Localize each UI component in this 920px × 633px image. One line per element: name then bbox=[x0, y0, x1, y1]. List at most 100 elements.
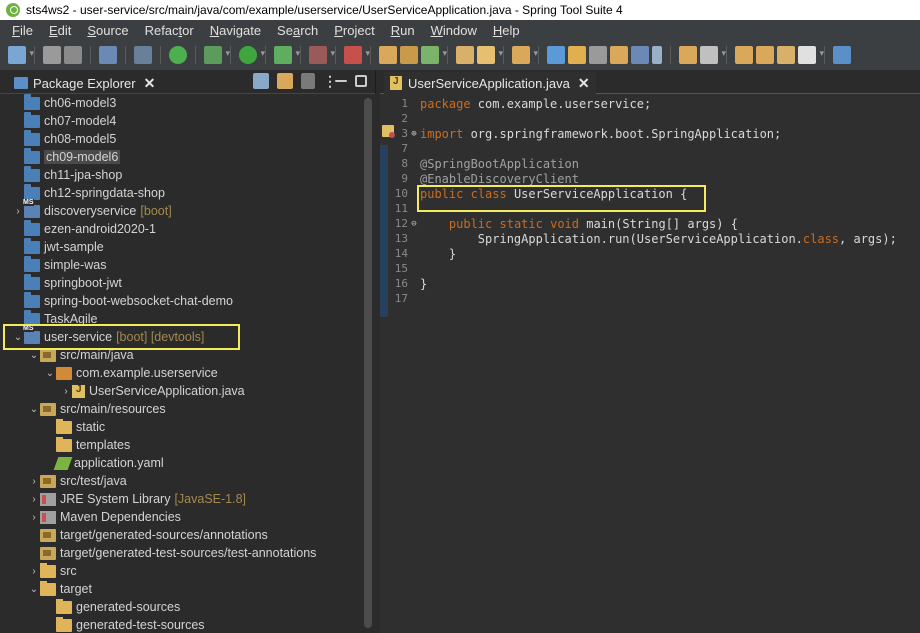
new-java-project-icon[interactable] bbox=[379, 46, 397, 64]
open-type-icon[interactable] bbox=[456, 46, 474, 64]
fold-expand-icon[interactable]: ⊕ bbox=[408, 129, 420, 139]
menu-search[interactable]: Search bbox=[269, 23, 326, 38]
toggle-mark-occurrences-icon[interactable] bbox=[568, 46, 586, 64]
code-line[interactable]: 12 ⊖ public static void main(String[] arg… bbox=[380, 216, 920, 231]
pilcrow-icon[interactable] bbox=[652, 46, 662, 64]
tree-item[interactable]: static bbox=[0, 418, 360, 436]
new-package-icon[interactable] bbox=[400, 46, 418, 64]
tree-item[interactable]: spring-boot-websocket-chat-demo bbox=[0, 291, 360, 310]
code-line[interactable]: 9 @EnableDiscoveryClient bbox=[380, 171, 920, 186]
collapsed-arrow-icon[interactable]: › bbox=[28, 566, 40, 577]
toggle-block-selection-icon[interactable] bbox=[610, 46, 628, 64]
tree-item[interactable]: ezen-android2020-1 bbox=[0, 219, 360, 238]
tree-item[interactable]: jwt-sample bbox=[0, 237, 360, 256]
code-line[interactable]: 2 bbox=[380, 111, 920, 126]
last-edit-location-icon[interactable] bbox=[735, 46, 753, 64]
collapsed-arrow-icon[interactable]: › bbox=[28, 476, 40, 487]
menu-project[interactable]: Project bbox=[326, 23, 382, 38]
search-icon[interactable] bbox=[477, 46, 503, 64]
expanded-arrow-icon[interactable]: ⌄ bbox=[28, 584, 40, 595]
code-line[interactable]: 3 ⊕ import org.springframework.boot.Spring… bbox=[380, 126, 920, 141]
expanded-arrow-icon[interactable]: ⌄ bbox=[28, 404, 40, 415]
expanded-arrow-icon[interactable]: ⌄ bbox=[44, 368, 56, 379]
terminal-icon[interactable] bbox=[99, 46, 117, 64]
scrollbar-thumb[interactable] bbox=[364, 98, 372, 628]
tab-user-service-application[interactable]: UserServiceApplication.java ✕ bbox=[384, 72, 596, 94]
tree-item[interactable]: generated-test-sources bbox=[0, 616, 360, 633]
tree-item[interactable]: target/generated-test-sources/test-annot… bbox=[0, 544, 360, 562]
show-whitespace-icon[interactable] bbox=[631, 46, 649, 64]
open-task-icon[interactable] bbox=[512, 46, 538, 64]
code-line[interactable]: 8 @SpringBootApplication bbox=[380, 156, 920, 171]
collapse-all-icon[interactable] bbox=[253, 73, 269, 89]
collapsed-arrow-icon[interactable]: › bbox=[12, 206, 24, 217]
tree-item[interactable]: templates bbox=[0, 436, 360, 454]
toggle-word-wrap-icon[interactable] bbox=[589, 46, 607, 64]
skip-breakpoints-icon[interactable] bbox=[134, 46, 152, 64]
save-icon[interactable] bbox=[43, 46, 61, 64]
menu-edit[interactable]: Edit bbox=[41, 23, 79, 38]
back-icon[interactable] bbox=[777, 46, 803, 64]
menu-window[interactable]: Window bbox=[423, 23, 485, 38]
collapsed-arrow-icon[interactable]: › bbox=[28, 494, 40, 505]
forward-edit-icon[interactable] bbox=[756, 46, 774, 64]
tree-item[interactable]: ch06-model3 bbox=[0, 94, 360, 112]
tree-item[interactable]: ⌄ com.example.userservice bbox=[0, 364, 360, 382]
code-editor[interactable]: 1 package com.example.userservice; 2 3 ⊕ impo… bbox=[380, 94, 920, 633]
tree-item[interactable]: ⌄ src/main/resources bbox=[0, 400, 360, 418]
previous-annotation-icon[interactable] bbox=[700, 46, 726, 64]
code-line[interactable]: 14 } bbox=[380, 246, 920, 261]
toggle-ant-editor-icon[interactable] bbox=[547, 46, 565, 64]
new-spring-starter-icon[interactable] bbox=[204, 46, 230, 64]
tree-item[interactable]: › Maven Dependencies bbox=[0, 508, 360, 526]
tree-item[interactable]: springboot-jwt bbox=[0, 273, 360, 292]
code-line[interactable]: 16} bbox=[380, 276, 920, 291]
tree-item[interactable]: ch11-jpa-shop bbox=[0, 165, 360, 184]
open-perspective-icon[interactable] bbox=[833, 46, 851, 64]
collapsed-arrow-icon[interactable]: › bbox=[60, 386, 72, 397]
code-line[interactable]: 1 package com.example.userservice; bbox=[380, 96, 920, 111]
menu-source[interactable]: Source bbox=[79, 23, 136, 38]
menu-refactor[interactable]: Refactor bbox=[137, 23, 202, 38]
menu-help[interactable]: Help bbox=[485, 23, 528, 38]
stop-icon[interactable] bbox=[309, 46, 335, 64]
code-line[interactable]: 13 SpringApplication.run(UserServiceAppl… bbox=[380, 231, 920, 246]
fold-collapse-icon[interactable]: ⊖ bbox=[408, 219, 420, 229]
close-icon[interactable]: ✕ bbox=[578, 75, 590, 92]
tree-item[interactable]: generated-sources bbox=[0, 598, 360, 616]
new-class-icon[interactable] bbox=[421, 46, 447, 64]
focus-on-active-task-icon[interactable] bbox=[301, 73, 315, 89]
tree-item[interactable]: › JRE System Library [JavaSE-1.8] bbox=[0, 490, 360, 508]
menu-file[interactable]: File bbox=[4, 23, 41, 38]
tree-item[interactable]: ch08-model5 bbox=[0, 129, 360, 148]
collapsed-arrow-icon[interactable]: › bbox=[28, 512, 40, 523]
code-line[interactable]: 15 bbox=[380, 261, 920, 276]
code-line[interactable]: 7 bbox=[380, 141, 920, 156]
tab-package-explorer[interactable]: Package Explorer ✕ bbox=[10, 72, 159, 94]
next-annotation-icon[interactable] bbox=[679, 46, 705, 64]
forward-icon[interactable] bbox=[798, 46, 824, 64]
run-icon[interactable] bbox=[239, 46, 265, 64]
tree-item[interactable]: application.yaml bbox=[0, 454, 360, 472]
boot-dashboard-icon[interactable] bbox=[169, 46, 187, 64]
menu-run[interactable]: Run bbox=[383, 23, 423, 38]
tree-item[interactable]: › UserServiceApplication.java bbox=[0, 382, 360, 400]
tree-item[interactable]: ch07-model4 bbox=[0, 111, 360, 130]
maximize-icon[interactable] bbox=[355, 75, 367, 87]
tree-item[interactable]: › src bbox=[0, 562, 360, 580]
tree-item[interactable]: target/generated-sources/annotations bbox=[0, 526, 360, 544]
save-all-icon[interactable] bbox=[64, 46, 82, 64]
code-line[interactable]: 17 bbox=[380, 291, 920, 306]
link-with-editor-icon[interactable] bbox=[277, 73, 293, 89]
view-menu-icon[interactable]: ⋮ bbox=[323, 73, 337, 89]
tree-item[interactable]: ch09-model6 bbox=[0, 147, 360, 166]
tree-item[interactable]: simple-was bbox=[0, 255, 360, 274]
new-icon[interactable] bbox=[8, 46, 34, 64]
tree-item[interactable]: ⌄ target bbox=[0, 580, 360, 598]
package-explorer-scrollbar[interactable] bbox=[360, 94, 376, 633]
expanded-arrow-icon[interactable]: ⌄ bbox=[28, 350, 40, 361]
debug-icon[interactable] bbox=[274, 46, 300, 64]
minimize-icon[interactable] bbox=[335, 80, 347, 82]
tree-item[interactable]: › src/test/java bbox=[0, 472, 360, 490]
tree-item[interactable]: ch12-springdata-shop bbox=[0, 183, 360, 202]
